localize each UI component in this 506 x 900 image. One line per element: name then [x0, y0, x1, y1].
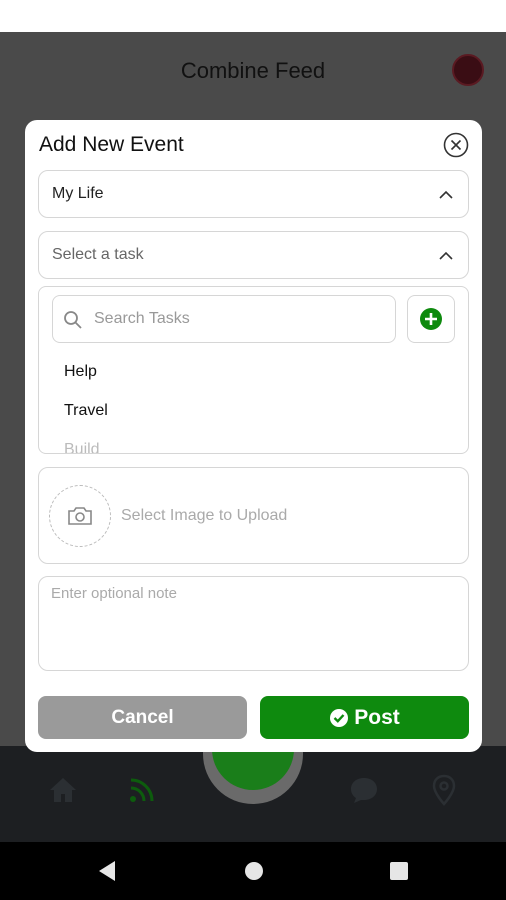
camera-button[interactable] [49, 485, 111, 547]
list-item[interactable]: Build [64, 441, 108, 453]
status-bar [0, 0, 506, 32]
modal-title: Add New Event [39, 133, 184, 156]
note-field [38, 576, 469, 671]
search-input[interactable] [94, 297, 384, 341]
add-task-button[interactable] [407, 295, 455, 343]
task-list: Help Travel Build [64, 363, 108, 453]
search-box [52, 295, 396, 343]
task-dropdown[interactable]: Select a task [38, 231, 469, 279]
post-button[interactable]: Post [260, 696, 469, 739]
list-item[interactable]: Travel [64, 402, 108, 441]
page-title: Combine Feed [180, 58, 326, 83]
app-header: Combine Feed [0, 32, 506, 108]
image-upload-area[interactable]: Select Image to Upload [38, 467, 469, 564]
chat-icon[interactable] [348, 774, 380, 806]
task-placeholder: Select a task [52, 246, 144, 263]
camera-icon [68, 507, 92, 525]
list-item[interactable]: Help [64, 363, 108, 402]
plus-circle-icon [420, 308, 442, 330]
note-input[interactable] [51, 585, 456, 663]
category-value: My Life [52, 185, 104, 202]
home-circle-icon[interactable] [242, 859, 266, 883]
system-nav-bar [0, 842, 506, 900]
avatar[interactable] [452, 54, 484, 86]
map-pin-icon[interactable] [428, 774, 460, 806]
feed-icon[interactable] [126, 774, 158, 806]
recent-apps-icon[interactable] [387, 859, 411, 883]
cancel-button[interactable]: Cancel [38, 696, 247, 739]
add-event-modal: Add New Event My Life Select a task Help… [25, 120, 482, 752]
category-dropdown[interactable]: My Life [38, 170, 469, 218]
close-icon[interactable] [443, 132, 469, 158]
task-list-panel: Help Travel Build [38, 286, 469, 454]
chevron-up-icon [439, 251, 453, 260]
home-icon[interactable] [47, 774, 79, 806]
cancel-label: Cancel [111, 706, 174, 728]
search-icon [64, 311, 82, 329]
post-label: Post [354, 705, 400, 729]
back-icon[interactable] [95, 859, 119, 883]
chevron-up-icon [439, 190, 453, 199]
upload-label: Select Image to Upload [121, 507, 288, 524]
check-circle-icon [330, 708, 349, 727]
